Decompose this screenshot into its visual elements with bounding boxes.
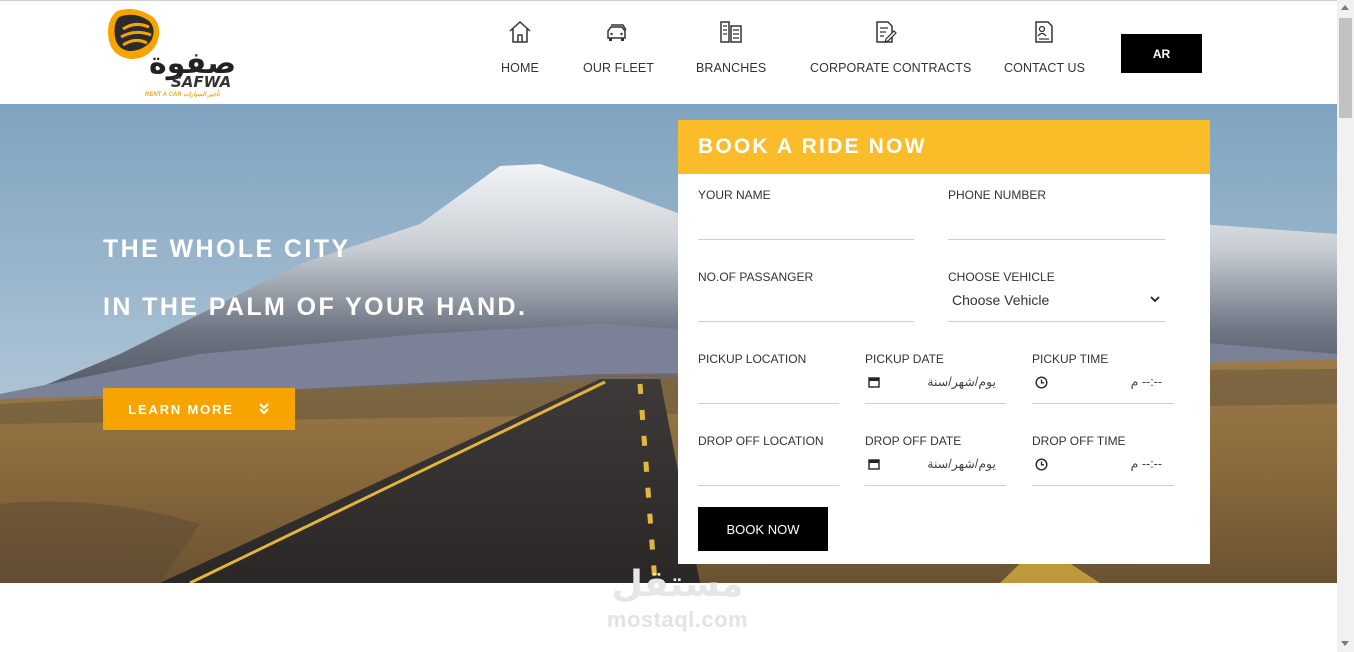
nav-corporate-contracts[interactable]: CORPORATE CONTRACTS [810,19,972,89]
dropoff-time-underline [1032,485,1174,486]
contract-icon [876,21,897,43]
passengers-input[interactable] [698,290,914,305]
nav-branches-label: BRANCHES [696,61,767,75]
phone-input[interactable] [948,208,1165,223]
dropoff-date-input[interactable]: يوم/شهر/سنة [865,434,1006,486]
double-chevron-down-icon [258,403,269,415]
nav-our-fleet-label: OUR FLEET [583,61,655,75]
dropoff-date-value: يوم/شهر/سنة [927,457,996,471]
name-field-group: YOUR NAME [698,188,914,240]
mostaql-watermark: مستقل mostaql.com [590,567,765,633]
watermark-english: mostaql.com [606,607,749,632]
pickup-time-underline [1032,403,1174,404]
name-input[interactable] [698,208,914,223]
nav-corporate-contracts-label: CORPORATE CONTRACTS [810,61,972,75]
vehicle-select-value: Choose Vehicle [952,292,1050,308]
dropoff-time-value: --:-- م [1130,457,1162,471]
scroll-down-arrow-icon[interactable] [1341,641,1349,646]
learn-more-button[interactable]: LEARN MORE [103,388,295,430]
home-icon [509,21,531,43]
logo-english-name: SAFWA [171,73,232,91]
logo-tagline: RENT A CAR تأجير السيارات [145,92,220,98]
brand-logo[interactable]: صفوة SAFWA RENT A CAR تأجير السيارات [105,7,236,102]
pickup-time-value: --:-- م [1130,375,1162,389]
nav-our-fleet[interactable]: OUR FLEET [583,19,655,89]
pickup-date-field-group: PICKUP DATE يوم/شهر/سنة [865,352,1006,404]
clock-icon [1035,376,1048,389]
pickup-time-field-group: PICKUP TIME --:-- م [1032,352,1174,404]
nav-contact-us-label: CONTACT US [1004,61,1086,75]
pickup-location-underline [698,403,839,404]
dropoff-location-label: DROP OFF LOCATION [698,434,824,448]
booking-form: BOOK A RIDE NOW YOUR NAME PHONE NUMBER N… [678,120,1210,564]
phone-field-group: PHONE NUMBER [948,188,1165,240]
vehicle-select[interactable]: Choose Vehicle [948,270,1165,322]
book-now-button[interactable]: BOOK NOW [698,507,828,551]
language-toggle-button[interactable]: AR [1121,34,1202,73]
dropoff-location-underline [698,485,839,486]
chevron-down-icon [1150,296,1160,303]
passengers-label: NO.OF PASSANGER [698,270,814,284]
nav-home-label: HOME [501,61,539,75]
contact-card-icon [1035,21,1053,43]
dropoff-date-field-group: DROP OFF DATE يوم/شهر/سنة [865,434,1006,486]
name-label: YOUR NAME [698,188,771,202]
pickup-date-value: يوم/شهر/سنة [927,375,996,389]
watermark-arabic: مستقل [611,564,744,605]
booking-form-title: BOOK A RIDE NOW [678,120,1210,174]
phone-underline [948,239,1165,240]
top-navbar: صفوة SAFWA RENT A CAR تأجير السيارات HOM… [0,0,1337,104]
vertical-scrollbar[interactable] [1337,0,1354,652]
passengers-underline [698,321,914,322]
hero-headline-line2: IN THE PALM OF YOUR HAND. [103,293,528,321]
nav-branches[interactable]: BRANCHES [696,19,766,89]
car-fleet-icon [607,24,627,41]
pickup-location-input[interactable] [698,372,839,387]
pickup-location-label: PICKUP LOCATION [698,352,807,366]
phone-label: PHONE NUMBER [948,188,1047,202]
dropoff-time-field-group: DROP OFF TIME --:-- م [1032,434,1174,486]
clock-icon [1035,458,1048,471]
pickup-location-field-group: PICKUP LOCATION [698,352,839,404]
scroll-up-arrow-icon[interactable] [1341,5,1349,10]
dropoff-date-underline [865,485,1006,486]
name-underline [698,239,914,240]
dropoff-location-field-group: DROP OFF LOCATION [698,434,839,486]
hero-headline-line1: THE WHOLE CITY [103,235,351,263]
dropoff-time-input[interactable]: --:-- م [1032,434,1174,486]
vehicle-field-group: CHOOSE VEHICLE Choose Vehicle [948,270,1165,322]
calendar-icon [868,459,880,470]
dropoff-location-input[interactable] [698,454,839,469]
nav-home[interactable]: HOME [495,19,545,89]
building-icon [720,21,742,43]
nav-contact-us[interactable]: CONTACT US [1004,19,1086,89]
pickup-time-input[interactable]: --:-- م [1032,352,1174,404]
pickup-date-input[interactable]: يوم/شهر/سنة [865,352,1006,404]
vehicle-underline [948,321,1165,322]
scrollbar-thumb[interactable] [1339,18,1352,118]
page: صفوة SAFWA RENT A CAR تأجير السيارات HOM… [0,0,1354,652]
learn-more-label: LEARN MORE [128,401,234,417]
pickup-date-underline [865,403,1006,404]
passengers-field-group: NO.OF PASSANGER [698,270,914,322]
calendar-icon [868,377,880,388]
